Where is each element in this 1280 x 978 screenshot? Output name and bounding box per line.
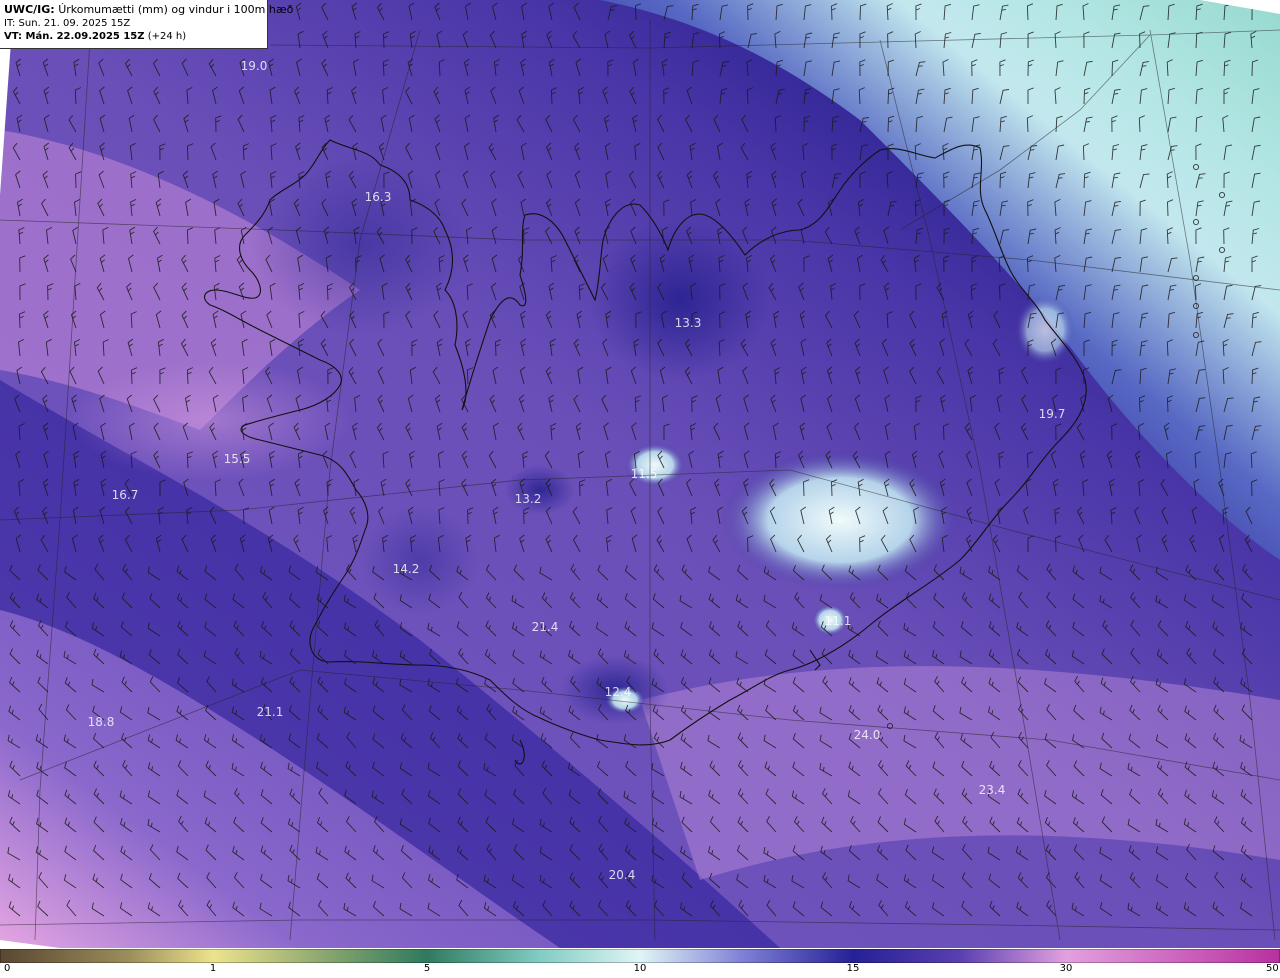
north-highlands — [590, 220, 770, 380]
map-canvas: 19.0 16.3 13.3 19.7 15.5 16.7 11.5 13.2 … — [0, 0, 1280, 948]
map-value-label: 11.1 — [825, 614, 852, 628]
westfjords-area — [250, 155, 470, 335]
colorbar-tick: 1 — [209, 963, 217, 974]
map-value-label: 14.2 — [393, 562, 420, 576]
colorbar-labels: 0 1 5 10 15 30 50 — [0, 963, 1280, 978]
colorbar-tick: 50 — [1266, 963, 1279, 974]
precipitation-map[interactable]: 19.0 16.3 13.3 19.7 15.5 16.7 11.5 13.2 … — [0, 0, 1280, 948]
map-header: UWC/IG: Úrkomumætti (mm) og vindur i 100… — [0, 0, 293, 49]
valid-time: VT: Mán. 22.09.2025 15Z — [4, 31, 145, 42]
colorbar-tick: 10 — [633, 963, 647, 974]
colorbar-gradient — [0, 948, 1280, 964]
map-value-label: 13.2 — [515, 492, 542, 506]
southwest-area — [360, 505, 480, 615]
map-value-label: 24.0 — [854, 728, 881, 742]
map-value-label: 20.4 — [609, 868, 636, 882]
langjokull-area — [505, 465, 575, 515]
map-value-label: 16.3 — [365, 190, 392, 204]
map-value-label: 13.3 — [675, 316, 702, 330]
colorbar-tick: 15 — [846, 963, 860, 974]
colorbar-tick: 5 — [423, 963, 431, 974]
colorbar-tick: 30 — [1059, 963, 1073, 974]
map-value-label: 19.7 — [1039, 407, 1066, 421]
init-time: IT: Sun. 21. 09. 2025 15Z — [4, 18, 131, 29]
header-title-line: UWC/IG: Úrkomumætti (mm) og vindur i 100… — [4, 3, 293, 17]
map-value-label: 21.4 — [532, 620, 559, 634]
map-value-label: 15.5 — [224, 452, 251, 466]
map-value-label: 16.7 — [112, 488, 139, 502]
product-title: Úrkomumætti (mm) og vindur i 100m hæð — [58, 3, 294, 16]
east-fjords-max — [1015, 295, 1075, 365]
faxafloi-pink — [70, 360, 350, 480]
valid-time-line: VT: Mán. 22.09.2025 15Z (+24 h) — [4, 30, 263, 43]
model-name: UWC/IG: — [4, 3, 55, 16]
map-value-label: 19.0 — [241, 59, 268, 73]
map-value-label: 18.8 — [88, 715, 115, 729]
colorbar-tick: 0 — [4, 963, 11, 974]
map-value-label: 23.4 — [979, 783, 1006, 797]
map-value-label: 11.5 — [631, 467, 658, 481]
forecast-lead: (+24 h) — [147, 31, 187, 42]
map-value-label: 21.1 — [257, 705, 284, 719]
precip-colorbar — [0, 948, 1280, 964]
map-value-label: 12.4 — [605, 685, 632, 699]
